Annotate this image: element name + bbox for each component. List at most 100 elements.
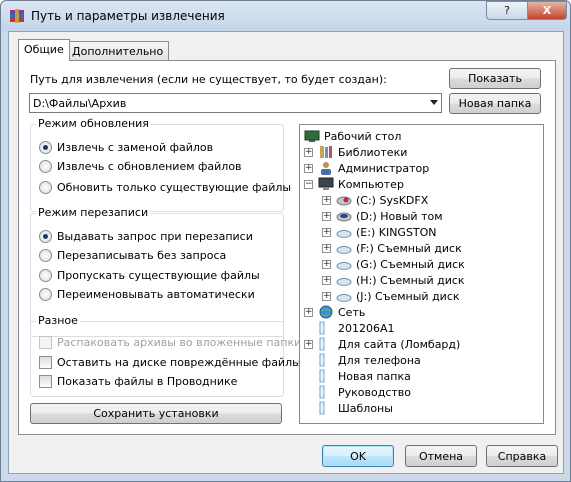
tree-item[interactable]: + (D:) Новый том (322, 208, 443, 224)
tree-item[interactable]: + Сеть (304, 304, 365, 320)
tree-item[interactable]: Новая папка (318, 368, 411, 384)
tree-item-label: (D:) Новый том (356, 209, 443, 223)
folder-icon (319, 321, 325, 335)
folder-icon (319, 385, 325, 399)
tree-item[interactable]: + (H:) Съемный диск (322, 272, 465, 288)
cancel-button[interactable]: Отмена (405, 445, 477, 467)
tree-item[interactable]: Для телефона (318, 352, 421, 368)
folder-tree[interactable]: Рабочий стол + Библиотеки + Администрато… (299, 124, 544, 424)
overwrite-option-label: Пропускать существующие файлы (57, 268, 260, 282)
overwrite-option-skip[interactable]: Пропускать существующие файлы (39, 267, 260, 283)
expand-icon[interactable]: + (322, 259, 331, 269)
tree-item-label: Компьютер (338, 177, 404, 191)
overwrite-option-ask[interactable]: Выдавать запрос при перезаписи (39, 228, 253, 244)
expand-icon[interactable]: + (322, 291, 331, 301)
tree-item[interactable]: + Администратор (304, 160, 429, 176)
help-title-label: ? (504, 4, 510, 17)
update-option-replace[interactable]: Извлечь с заменой файлов (39, 139, 213, 155)
removable-drive-icon (336, 294, 352, 302)
radio-button[interactable] (39, 159, 52, 173)
update-mode-title: Режим обновления (36, 117, 151, 130)
tree-item[interactable]: + (F:) Съемный диск (322, 240, 462, 256)
expand-icon[interactable]: + (322, 195, 331, 205)
expand-icon[interactable]: + (304, 339, 313, 349)
folder-icon (319, 353, 325, 367)
misc-option-keep-broken[interactable]: Оставить на диске повреждённые файлы (39, 354, 301, 370)
close-button[interactable]: X (527, 1, 567, 20)
tree-item-label: (G:) Съемный диск (356, 257, 465, 271)
save-settings-button[interactable]: Сохранить установки (30, 403, 282, 424)
general-tab-panel: Путь для извлечения (если не существует,… (18, 60, 556, 435)
tree-item[interactable]: + Для сайта (Ломбард) (304, 336, 460, 352)
expand-icon[interactable]: + (322, 227, 331, 237)
libraries-icon (320, 146, 332, 158)
tree-item[interactable]: + (C:) SysKDFX (322, 192, 428, 208)
radio-button[interactable] (39, 140, 52, 154)
tree-item[interactable]: 201206A1 (318, 320, 395, 336)
hard-drive-icon (336, 212, 352, 222)
help-title-button[interactable]: ? (486, 1, 528, 20)
help-button-label: Справка (497, 449, 547, 463)
desktop-icon (304, 130, 320, 142)
update-option-label: Извлечь с обновлением файлов (57, 159, 242, 173)
chevron-down-icon[interactable] (430, 100, 438, 105)
tree-item-label: (E:) KINGSTON (356, 225, 437, 239)
radio-button[interactable] (39, 180, 52, 194)
radio-button[interactable] (39, 248, 52, 262)
new-folder-button[interactable]: Новая папка (449, 93, 541, 114)
update-option-existing-only[interactable]: Обновить только существующие файлы (39, 179, 291, 195)
folder-icon (319, 401, 325, 415)
tree-item[interactable]: + Библиотеки (304, 144, 407, 160)
update-option-label: Обновить только существующие файлы (57, 180, 292, 194)
tree-item-label: Сеть (338, 305, 366, 319)
tab-general-label: Общие (24, 43, 64, 56)
tree-item[interactable]: + (E:) KINGSTON (322, 224, 437, 240)
user-icon (321, 162, 331, 175)
update-option-label: Извлечь с заменой файлов (57, 140, 214, 154)
path-label: Путь для извлечения (если не существует,… (30, 73, 387, 86)
removable-drive-icon (336, 278, 352, 286)
tree-item[interactable]: Рабочий стол (304, 128, 401, 144)
expand-icon[interactable]: + (322, 275, 331, 285)
update-option-update[interactable]: Извлечь с обновлением файлов (39, 158, 242, 174)
misc-option-show-explorer[interactable]: Показать файлы в Проводнике (39, 373, 237, 389)
tab-advanced[interactable]: Дополнительно (66, 41, 170, 62)
misc-option-label: Распаковать архивы во вложенные папки (57, 335, 302, 349)
expand-icon[interactable]: + (322, 243, 331, 253)
tree-item[interactable]: Шаблоны (318, 400, 393, 416)
winrar-icon (10, 9, 24, 23)
show-button[interactable]: Показать (449, 68, 541, 89)
radio-button[interactable] (39, 268, 52, 282)
window-title: Путь и параметры извлечения (31, 9, 225, 23)
overwrite-option-without-prompt[interactable]: Перезаписывать без запроса (39, 247, 226, 263)
overwrite-option-label: Переименовывать автоматически (57, 287, 255, 301)
radio-button[interactable] (39, 229, 52, 243)
tree-item-label: Рабочий стол (324, 129, 402, 143)
show-button-label: Показать (468, 72, 522, 85)
tree-item[interactable]: − Компьютер (304, 176, 404, 192)
collapse-icon[interactable]: − (304, 179, 313, 189)
overwrite-mode-title: Режим перезаписи (36, 206, 151, 219)
checkbox[interactable] (39, 374, 52, 388)
tree-item-label: (H:) Съемный диск (356, 273, 465, 287)
tab-general[interactable]: Общие (18, 39, 70, 61)
radio-button[interactable] (39, 287, 52, 301)
expand-icon[interactable]: + (322, 211, 331, 221)
expand-icon[interactable]: + (304, 163, 313, 173)
tree-item[interactable]: + (J:) Съемный диск (322, 288, 460, 304)
expand-icon[interactable]: + (304, 147, 313, 157)
ok-button[interactable]: OK (322, 445, 394, 467)
tree-item-label: (C:) SysKDFX (356, 193, 429, 207)
help-button[interactable]: Справка (486, 445, 558, 467)
path-combobox[interactable]: D:\Файлы\Архив (29, 93, 442, 113)
tree-item[interactable]: Руководство (318, 384, 411, 400)
tree-item[interactable]: + (G:) Съемный диск (322, 256, 465, 272)
overwrite-option-label: Выдавать запрос при перезаписи (57, 229, 253, 243)
tree-item-label: Библиотеки (338, 145, 408, 159)
overwrite-option-rename[interactable]: Переименовывать автоматически (39, 286, 255, 302)
removable-drive-icon (336, 230, 352, 238)
cancel-button-label: Отмена (418, 449, 464, 463)
checkbox[interactable] (39, 355, 52, 369)
expand-icon[interactable]: + (304, 307, 313, 317)
title-bar[interactable]: Путь и параметры извлечения ? X (1, 1, 570, 31)
